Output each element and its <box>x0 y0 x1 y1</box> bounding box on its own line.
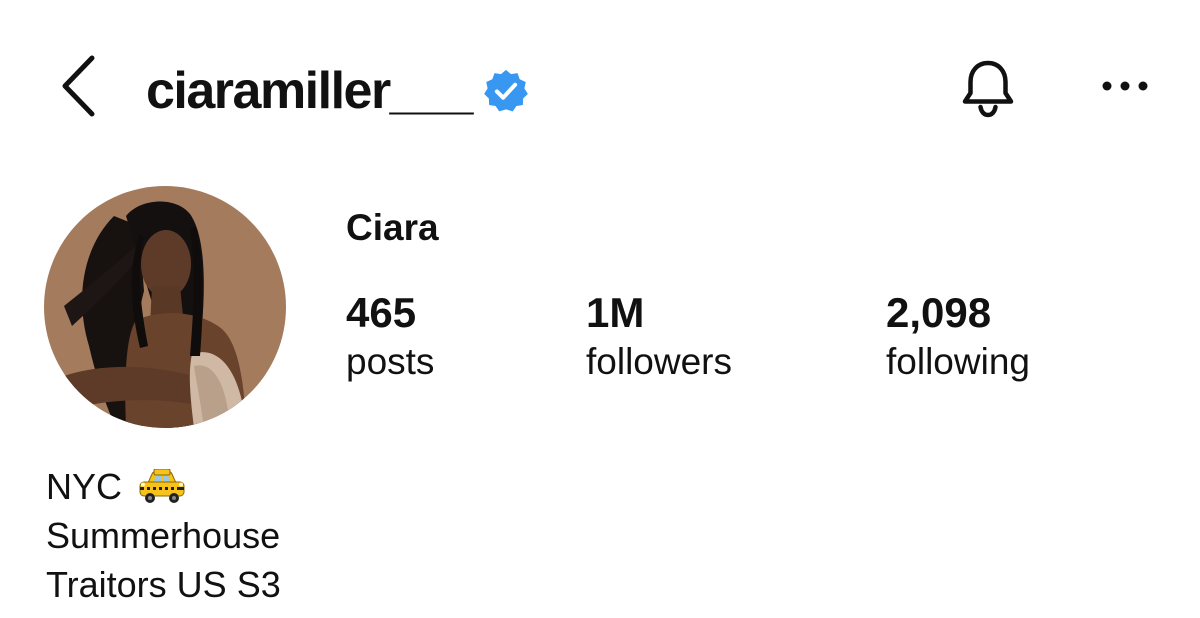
more-options-button[interactable] <box>1090 62 1160 114</box>
back-button[interactable] <box>52 52 104 124</box>
avatar[interactable] <box>44 186 286 428</box>
stat-following[interactable]: 2,098 following <box>886 288 1030 386</box>
following-label: following <box>886 341 1030 382</box>
bio-location: NYC <box>46 466 123 507</box>
username: ciaramiller___ <box>146 62 473 120</box>
bio-line: Traitors US S3 <box>46 564 281 605</box>
bio: NYC Summerhouse Traitors US S3 <box>46 462 446 609</box>
more-horizontal-icon <box>1101 79 1149 97</box>
taxi-icon <box>136 468 188 505</box>
posts-count: 465 <box>346 289 417 336</box>
stat-posts[interactable]: 465 posts <box>346 288 434 386</box>
followers-label: followers <box>586 341 732 382</box>
followers-count: 1M <box>586 289 645 336</box>
following-count: 2,098 <box>886 289 992 336</box>
bio-line: NYC <box>46 462 446 511</box>
chevron-left-icon <box>58 53 98 124</box>
verified-badge-icon <box>482 67 530 115</box>
stat-followers[interactable]: 1M followers <box>586 288 732 386</box>
username-header: ciaramiller___ <box>146 56 530 126</box>
posts-label: posts <box>346 341 435 382</box>
bell-icon <box>958 57 1018 124</box>
display-name: Ciara <box>346 207 439 248</box>
notifications-button[interactable] <box>954 56 1022 124</box>
bio-line: Summerhouse <box>46 515 281 556</box>
